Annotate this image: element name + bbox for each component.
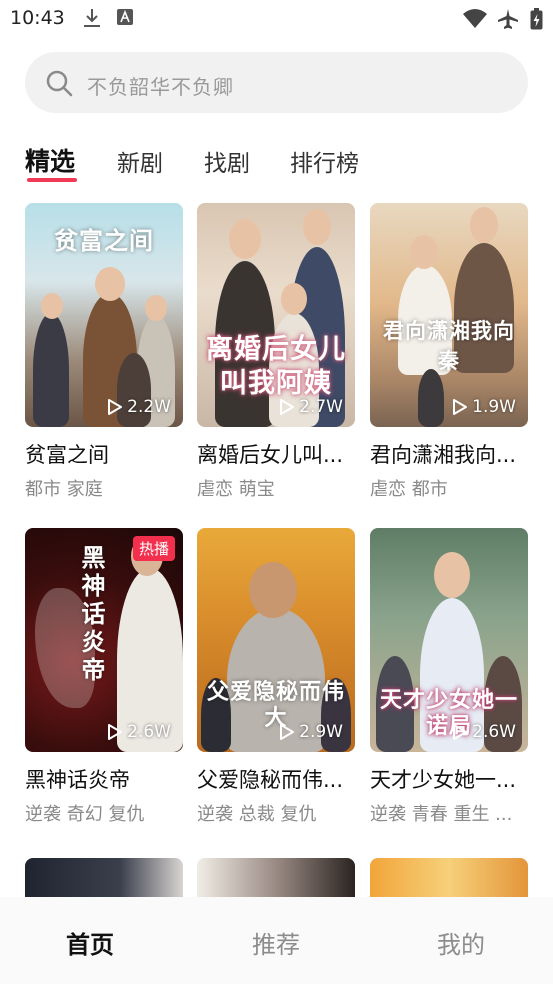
drama-tags: 逆袭 奇幻 复仇 [25, 804, 145, 825]
download-icon [83, 8, 101, 32]
drama-tags: 都市 家庭 [25, 479, 103, 500]
wifi-icon [463, 8, 487, 32]
drama-tags: 虐恋 萌宝 [197, 479, 275, 500]
play-icon [280, 399, 295, 415]
view-count-value: 2.6W [472, 722, 516, 742]
drama-poster[interactable]: 天才少女她一诺局 2.6W [370, 528, 528, 752]
tab-find-dramas[interactable]: 找剧 [204, 144, 250, 178]
poster-title: 离婚后女儿叫我阿姨 [206, 334, 346, 399]
view-count: 1.9W [452, 397, 516, 417]
poster-title: 贫富之间 [54, 227, 154, 255]
drama-card[interactable]: 君向潇湘我向秦 1.9W 君向潇湘我向... 虐恋 都市 [370, 203, 528, 500]
search-placeholder: 不负韶华不负卿 [87, 75, 234, 99]
drama-card[interactable]: 离婚后女儿叫我阿姨 2.7W 离婚后女儿叫... 虐恋 萌宝 [197, 203, 355, 500]
view-count-value: 2.7W [299, 397, 343, 417]
play-icon [453, 724, 468, 740]
drama-title[interactable]: 天才少女她一... [370, 764, 528, 794]
battery-charging-icon [530, 8, 543, 34]
drama-title[interactable]: 父爱隐秘而伟... [197, 764, 355, 794]
category-tabs: 精选 新剧 找剧 排行榜 [0, 140, 553, 188]
drama-poster[interactable]: 君向潇湘我向秦 1.9W [370, 203, 528, 427]
play-icon [108, 399, 123, 415]
airplane-mode-icon [497, 8, 519, 34]
drama-card[interactable]: 黑神话炎帝 热播 2.6W 黑神话炎帝 逆袭 奇幻 复仇 [25, 528, 183, 825]
drama-poster[interactable]: 离婚后女儿叫我阿姨 2.7W [197, 203, 355, 427]
bottom-navigation: 首页 推荐 我的 [0, 897, 553, 984]
hot-badge: 热播 [132, 536, 175, 561]
view-count-value: 1.9W [472, 397, 516, 417]
poster-title: 黑神话炎帝 [81, 543, 107, 684]
drama-title[interactable]: 君向潇湘我向... [370, 439, 528, 469]
drama-title[interactable]: 贫富之间 [25, 439, 183, 469]
drama-poster[interactable]: 贫富之间 2.2W [25, 203, 183, 427]
drama-poster[interactable]: 父爱隐秘而伟大 2.9W [197, 528, 355, 752]
view-count-value: 2.9W [299, 722, 343, 742]
search-bar[interactable]: 不负韶华不负卿 [25, 52, 528, 113]
drama-card[interactable]: 贫富之间 2.2W 贫富之间 都市 家庭 [25, 203, 183, 500]
active-tab-indicator [27, 178, 77, 182]
view-count: 2.6W [107, 722, 171, 742]
drama-card[interactable]: 天才少女她一诺局 2.6W 天才少女她一... 逆袭 青春 重生 ... [370, 528, 528, 825]
status-time: 10:43 [10, 7, 65, 29]
drama-tags: 逆袭 青春 重生 ... [370, 804, 513, 825]
status-bar: 10:43 [0, 0, 553, 38]
nav-home[interactable]: 首页 [66, 925, 114, 960]
drama-tags: 虐恋 都市 [370, 479, 448, 500]
poster-title: 君向潇湘我向秦 [383, 319, 515, 373]
view-count: 2.2W [107, 397, 171, 417]
tab-featured[interactable]: 精选 [25, 142, 75, 178]
view-count-value: 2.6W [127, 722, 171, 742]
nav-recommend[interactable]: 推荐 [252, 925, 300, 960]
play-icon [453, 399, 468, 415]
tab-new-dramas[interactable]: 新剧 [117, 144, 163, 178]
view-count: 2.9W [279, 722, 343, 742]
play-icon [108, 724, 123, 740]
drama-title[interactable]: 离婚后女儿叫... [197, 439, 355, 469]
drama-card[interactable]: 父爱隐秘而伟大 2.9W 父爱隐秘而伟... 逆袭 总裁 复仇 [197, 528, 355, 825]
drama-tags: 逆袭 总裁 复仇 [197, 804, 317, 825]
drama-poster[interactable]: 黑神话炎帝 热播 2.6W [25, 528, 183, 752]
search-icon [45, 69, 73, 101]
tab-rankings[interactable]: 排行榜 [290, 144, 359, 178]
play-icon [280, 724, 295, 740]
view-count: 2.7W [279, 397, 343, 417]
view-count: 2.6W [452, 722, 516, 742]
font-app-icon [117, 8, 133, 30]
nav-mine[interactable]: 我的 [437, 925, 485, 960]
view-count-value: 2.2W [127, 397, 171, 417]
drama-title[interactable]: 黑神话炎帝 [25, 764, 183, 794]
